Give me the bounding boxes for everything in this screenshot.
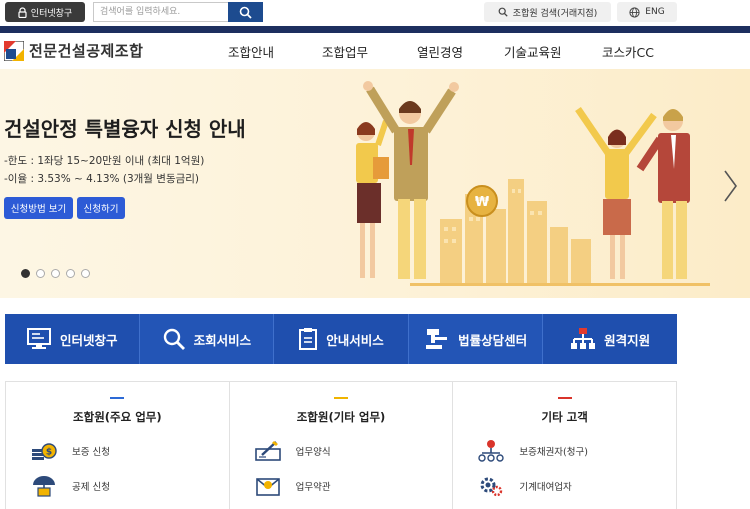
panel-item-guarantee-creditor[interactable]: 보증채권자(청구) [477, 438, 588, 464]
panel-other-customers: 기타 고객 보증채권자(청구) 기계대여업자 [453, 382, 676, 509]
search-icon [239, 6, 252, 19]
quick-internet-window[interactable]: 인터넷창구 [5, 314, 140, 364]
member-search-button[interactable]: 조합원 검색(거래지점) [484, 2, 611, 22]
quick-remote-support[interactable]: 원격지원 [543, 314, 677, 364]
globe-icon [629, 6, 640, 18]
monitor-icon [27, 328, 52, 349]
nav-item-open-management[interactable]: 열린경영 [417, 42, 463, 61]
site-header: 전문건설공제조합 조합안내 조합업무 열린경영 기술교육원 코스카CC [0, 33, 750, 69]
network-icon [571, 328, 596, 349]
panel-item-terms[interactable]: 업무약관 [254, 473, 331, 499]
search-button[interactable] [228, 2, 263, 22]
panel-mark-red [557, 397, 572, 399]
lock-icon [18, 6, 27, 18]
slide-dot-1[interactable] [21, 269, 30, 278]
umbrella-icon [33, 476, 55, 497]
panel-title: 기타 고객 [541, 410, 588, 424]
panel-item-label: 기계대여업자 [519, 482, 572, 493]
quick-internet-window-label: 인터넷창구 [60, 332, 118, 348]
quick-legal-counsel[interactable]: 법률상담센터 [408, 314, 544, 364]
panel-mark-yellow [334, 397, 348, 399]
apply-button[interactable]: 신청하기 [77, 197, 125, 219]
nav-item-tech-institute[interactable]: 기술교육원 [504, 42, 562, 61]
quick-guide-service[interactable]: 안내서비스 [274, 314, 409, 364]
quick-menu: 인터넷창구 조회서비스 안내서비스 법률상담센터 원격지원 [5, 314, 677, 364]
panel-item-label: 보증채권자(청구) [519, 447, 588, 458]
panel-item-machinery-lessor[interactable]: 기계대여업자 [477, 473, 572, 499]
magnifier-icon [163, 328, 185, 350]
panel-title: 조합원(기타 업무) [296, 410, 386, 424]
hero-limit-text: -한도 : 1좌당 15~20만원 이내 (최대 1억원) [4, 155, 205, 167]
quick-inquiry-service[interactable]: 조회서비스 [139, 314, 275, 364]
slide-pagination [21, 269, 90, 278]
panel-member-other: 조합원(기타 업무) 업무양식 업무약관 [230, 382, 454, 509]
top-utility-bar: 인터넷창구 조합원 검색(거래지점) ENG [0, 0, 750, 26]
search-bar [93, 2, 263, 22]
quick-legal-counsel-label: 법률상담센터 [458, 332, 528, 348]
org-person-icon [478, 440, 505, 462]
slide-dot-3[interactable] [51, 269, 60, 278]
panel-member-main: 조합원(주요 업무) $ 보증 신청 공제 신청 [6, 382, 230, 509]
nav-item-business[interactable]: 조합업무 [322, 42, 368, 61]
envelope-icon [255, 478, 280, 496]
hero-rate-text: -이율 : 3.53% ~ 4.13% (3개월 변동금리) [4, 173, 200, 185]
internet-window-label: 인터넷창구 [30, 8, 73, 19]
slide-dot-2[interactable] [36, 269, 45, 278]
panel-item-mutual-aid-apply[interactable]: 공제 신청 [30, 473, 110, 499]
quick-guide-service-label: 안내서비스 [326, 332, 384, 348]
panel-item-label: 공제 신청 [72, 482, 110, 493]
pen-form-icon [254, 441, 281, 461]
hero-illustration: ₩ [356, 81, 710, 286]
quick-remote-support-label: 원격지원 [604, 332, 651, 348]
panel-mark-blue [110, 397, 125, 399]
slide-dot-5[interactable] [81, 269, 90, 278]
english-label: ENG [645, 7, 665, 17]
quick-inquiry-service-label: 조회서비스 [193, 332, 252, 348]
search-input[interactable] [93, 2, 228, 22]
apply-guide-button[interactable]: 신청방법 보기 [4, 197, 73, 219]
panel-item-label: 업무양식 [295, 447, 331, 458]
english-button[interactable]: ENG [617, 2, 677, 22]
slide-next-arrow-icon[interactable] [722, 169, 738, 203]
gear-icon [480, 477, 503, 497]
service-panels: 조합원(주요 업무) $ 보증 신청 공제 신청 조합원(기타 업무) 업무양식… [5, 381, 677, 509]
nav-item-about[interactable]: 조합안내 [228, 42, 274, 61]
search-icon [498, 7, 508, 17]
document-icon [299, 328, 318, 350]
panel-item-guarantee-apply[interactable]: $ 보증 신청 [30, 438, 110, 464]
panel-item-forms[interactable]: 업무양식 [254, 438, 331, 464]
member-search-label: 조합원 검색(거래지점) [512, 8, 598, 19]
nav-item-kosca-cc[interactable]: 코스카CC [602, 42, 654, 61]
main-navigation: 조합안내 조합업무 열린경영 기술교육원 코스카CC [0, 33, 750, 69]
won-coin-icon: ₩ [475, 195, 490, 210]
gavel-icon [426, 329, 448, 349]
coin-stack-icon: $ [32, 443, 57, 460]
panel-item-label: 업무약관 [295, 482, 331, 493]
panel-item-label: 보증 신청 [72, 447, 110, 458]
internet-window-button[interactable]: 인터넷창구 [5, 2, 85, 22]
svg-text:$: $ [46, 448, 52, 458]
slide-dot-4[interactable] [66, 269, 75, 278]
panel-title: 조합원(주요 업무) [73, 410, 162, 424]
top-divider [0, 26, 750, 33]
hero-title: 건설안정 특별융자 신청 안내 [4, 117, 246, 141]
hero-banner: 건설안정 특별융자 신청 안내 -한도 : 1좌당 15~20만원 이내 (최대… [0, 69, 750, 298]
